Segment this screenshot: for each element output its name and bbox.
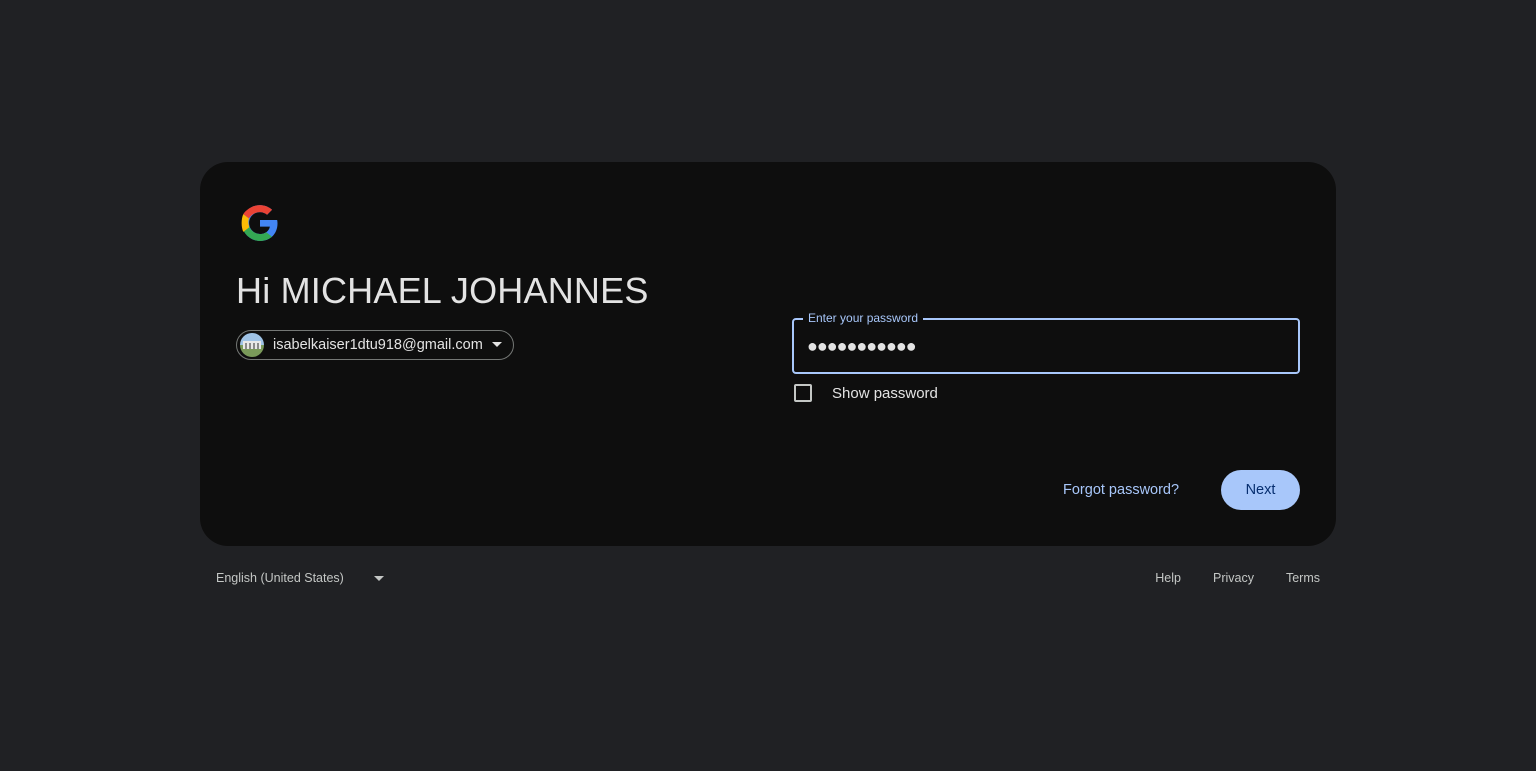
footer-links: Help Privacy Terms — [1123, 566, 1320, 590]
privacy-link[interactable]: Privacy — [1213, 571, 1254, 585]
account-email: isabelkaiser1dtu918@gmail.com — [273, 337, 483, 353]
help-link[interactable]: Help — [1155, 571, 1181, 585]
signin-card: Hi MICHAEL JOHANNES isabelkaiser1dtu918@… — [200, 162, 1336, 546]
show-password-label: Show password — [832, 384, 938, 402]
chevron-down-icon — [492, 340, 502, 350]
dropdown-arrow-icon — [373, 573, 384, 583]
show-password-checkbox[interactable] — [794, 384, 812, 402]
language-label: English (United States) — [216, 571, 344, 585]
avatar — [240, 333, 264, 357]
account-chooser-button[interactable]: isabelkaiser1dtu918@gmail.com — [236, 330, 514, 360]
password-field[interactable]: Enter your password ●●●●●●●●●●● — [792, 310, 1300, 374]
signin-page: Hi MICHAEL JOHANNES isabelkaiser1dtu918@… — [0, 0, 1536, 771]
show-password-toggle[interactable]: Show password — [794, 384, 938, 402]
password-field-label: Enter your password — [803, 310, 924, 326]
password-input[interactable]: ●●●●●●●●●●● — [807, 333, 917, 359]
language-selector[interactable]: English (United States) — [216, 566, 384, 590]
terms-link[interactable]: Terms — [1286, 571, 1320, 585]
google-logo-icon — [241, 205, 278, 241]
forgot-password-link[interactable]: Forgot password? — [1056, 472, 1186, 508]
greeting-title: Hi MICHAEL JOHANNES — [236, 270, 649, 311]
next-button[interactable]: Next — [1221, 470, 1300, 510]
footer: English (United States) Help Privacy Ter… — [200, 566, 1336, 590]
